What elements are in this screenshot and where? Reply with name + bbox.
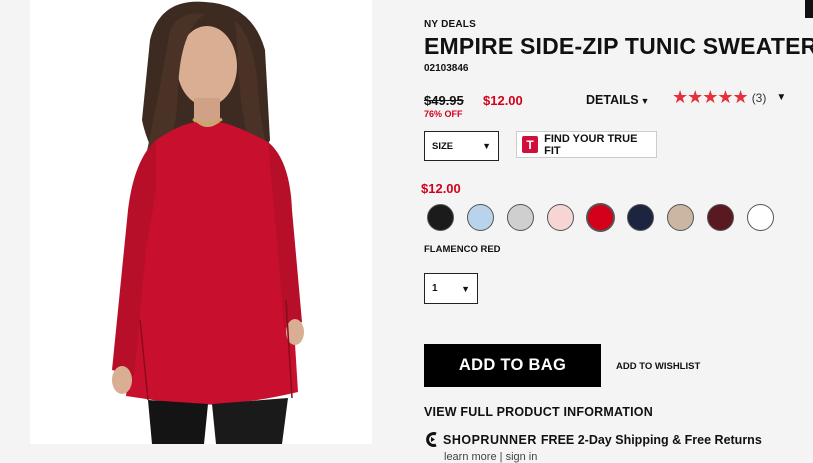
color-swatch-flamenco-red[interactable] bbox=[587, 204, 614, 231]
link-separator: | bbox=[499, 451, 503, 463]
details-toggle[interactable]: DETAILS ▼ bbox=[586, 93, 649, 107]
chevron-down-icon: ▼ bbox=[461, 283, 470, 294]
color-swatch-black[interactable] bbox=[427, 204, 454, 231]
shoprunner-banner: SHOPRUNNER FREE 2-Day Shipping & Free Re… bbox=[424, 431, 762, 448]
chevron-down-icon: ▼ bbox=[776, 92, 787, 103]
color-swatch-white[interactable] bbox=[747, 204, 774, 231]
sale-price: $12.00 bbox=[483, 93, 523, 108]
color-swatch-burgundy[interactable] bbox=[707, 204, 734, 231]
rating-summary[interactable]: ★★★★★ (3) ▼ bbox=[672, 87, 786, 108]
color-swatch-light-gray[interactable] bbox=[507, 204, 534, 231]
product-info-panel: NY DEALS EMPIRE SIDE-ZIP TUNIC SWEATER 0… bbox=[421, 0, 813, 463]
top-bar-fragment bbox=[805, 0, 813, 18]
color-swatch-light-blue[interactable] bbox=[467, 204, 494, 231]
star-rating-icon: ★★★★★ bbox=[672, 87, 749, 107]
truefit-logo-icon: T bbox=[522, 136, 539, 153]
true-fit-label: FIND YOUR TRUE FIT bbox=[544, 132, 638, 157]
add-to-bag-button[interactable]: ADD TO BAG bbox=[424, 344, 601, 387]
discount-percent: 76% OFF bbox=[424, 109, 463, 119]
quantity-select[interactable]: 1 ▼ bbox=[424, 273, 478, 304]
color-swatch-blush-pink[interactable] bbox=[547, 204, 574, 231]
color-swatch-list bbox=[427, 204, 774, 231]
size-select-label: SIZE bbox=[432, 140, 454, 152]
size-select[interactable]: SIZE ▼ bbox=[424, 131, 499, 161]
chevron-down-icon: ▼ bbox=[482, 141, 491, 151]
product-title: EMPIRE SIDE-ZIP TUNIC SWEATER bbox=[424, 33, 813, 59]
add-to-wishlist-link[interactable]: ADD TO WISHLIST bbox=[616, 361, 700, 372]
sign-in-link[interactable]: sign in bbox=[506, 451, 538, 463]
selected-color-name: FLAMENCO RED bbox=[424, 244, 501, 255]
category-eyebrow[interactable]: NY DEALS bbox=[424, 19, 476, 30]
shoprunner-name: SHOPRUNNER bbox=[443, 432, 537, 447]
shoprunner-offer: FREE 2-Day Shipping & Free Returns bbox=[540, 432, 762, 447]
chevron-down-icon: ▼ bbox=[640, 96, 650, 106]
details-label: DETAILS bbox=[586, 93, 639, 107]
original-price: $49.95 bbox=[424, 93, 464, 108]
shoprunner-logo-icon bbox=[426, 432, 437, 447]
learn-more-link[interactable]: learn more bbox=[444, 451, 497, 463]
product-sku: 02103846 bbox=[424, 63, 469, 74]
color-swatch-navy[interactable] bbox=[627, 204, 654, 231]
color-swatch-taupe[interactable] bbox=[667, 204, 694, 231]
view-full-product-info-link[interactable]: VIEW FULL PRODUCT INFORMATION bbox=[424, 405, 653, 419]
shoprunner-links: learn more | sign in bbox=[444, 451, 537, 463]
current-price: $12.00 bbox=[421, 181, 461, 196]
main-product-image[interactable] bbox=[30, 0, 372, 444]
true-fit-button[interactable]: T FIND YOUR TRUE FIT bbox=[516, 131, 657, 158]
rating-count: (3) bbox=[751, 90, 767, 105]
quantity-value: 1 bbox=[432, 283, 438, 294]
